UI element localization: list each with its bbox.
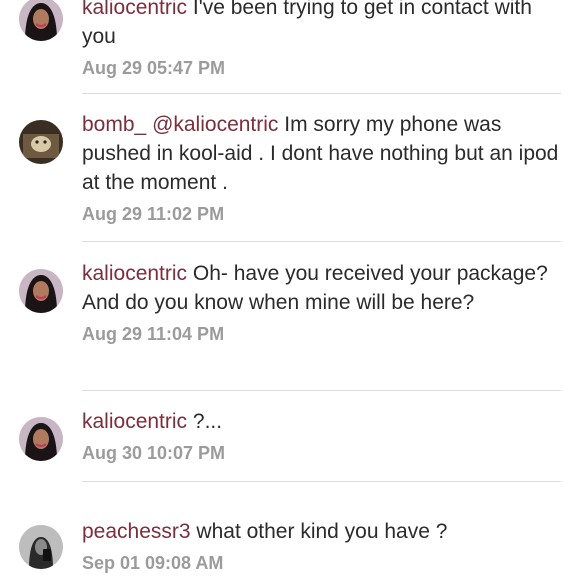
comment-body: peachessr3 what other kind you have ? Se… [82, 517, 562, 574]
divider [82, 481, 561, 482]
comment-timestamp: Aug 29 11:02 PM [82, 204, 225, 224]
comment-username[interactable]: peachessr3 [82, 520, 191, 543]
woman-portrait-avatar[interactable] [19, 417, 63, 461]
comment-username[interactable]: kaliocentric [82, 410, 187, 433]
woman-portrait-avatar[interactable] [19, 269, 63, 313]
comment-body: bomb_ @kaliocentric Im sorry my phone wa… [82, 110, 562, 225]
comment-username[interactable]: kaliocentric [82, 262, 187, 285]
comment-text: ?... [192, 410, 223, 433]
comment-timestamp: Aug 29 11:04 PM [82, 324, 225, 344]
dog-photo-avatar[interactable] [19, 120, 63, 164]
comment-username[interactable]: kaliocentric [82, 0, 187, 19]
woman-portrait-avatar[interactable] [19, 0, 63, 41]
comment-text: what other kind you have ? [196, 520, 448, 543]
divider [82, 390, 561, 391]
comment-body: kaliocentric I've been trying to get in … [82, 0, 562, 79]
divider [82, 241, 561, 242]
comment-body: kaliocentric ?... Aug 30 10:07 PM [82, 407, 562, 464]
comment-timestamp: Sep 01 09:08 AM [82, 553, 224, 573]
divider [82, 93, 561, 94]
comment-body: kaliocentric Oh- have you received your … [82, 259, 562, 345]
selfie-photo-avatar[interactable] [19, 525, 63, 569]
comment-username[interactable]: bomb_ [82, 113, 146, 136]
comment-timestamp: Aug 30 10:07 PM [82, 443, 226, 463]
comment-mention[interactable]: @kaliocentric [152, 113, 278, 136]
comment-timestamp: Aug 29 05:47 PM [82, 58, 226, 78]
comment-thread: kaliocentric I've been trying to get in … [0, 0, 580, 580]
